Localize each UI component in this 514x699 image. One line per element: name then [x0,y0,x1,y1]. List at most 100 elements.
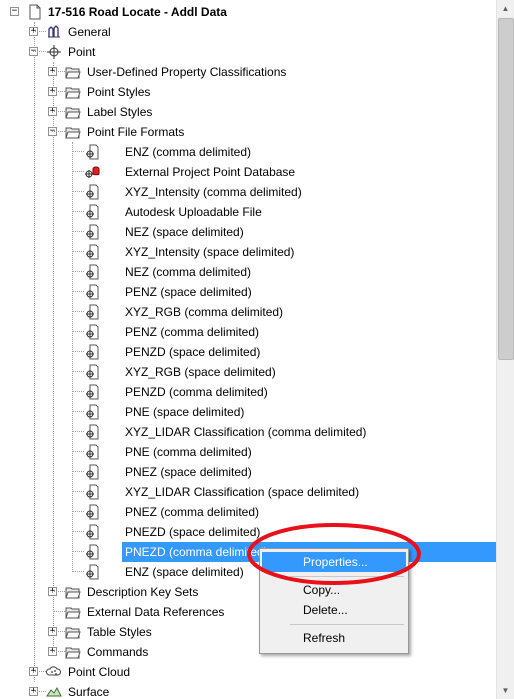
point-file-format-icon [84,184,100,200]
tree-item[interactable]: XYZ_LIDAR Classification (space delimite… [0,482,496,502]
tree-item[interactable]: PNEZ (space delimited) [0,462,496,482]
tree-item[interactable]: ENZ (comma delimited) [0,142,496,162]
general-settings-icon [46,24,62,40]
point-file-format-icon [84,524,100,540]
tree-guide-line [72,231,84,232]
tree-item[interactable]: External Project Point Database [0,162,496,182]
tree-item[interactable]: PENZ (comma delimited) [0,322,496,342]
tree-item[interactable]: PNE (comma delimited) [0,442,496,462]
tree-item[interactable]: XYZ_Intensity (space delimited) [0,242,496,262]
point-file-format-icon [84,464,100,480]
tree-item[interactable]: PENZ (space delimited) [0,282,496,302]
tree-guide-line [72,431,84,432]
tree-item-label: PENZ (space delimited) [125,285,252,299]
tree-guide-line [52,651,65,652]
tree-item[interactable]: External Data References [0,602,496,622]
folder-icon [65,584,81,600]
tree-item[interactable]: + Point Styles [0,82,496,102]
tree-guide-line [72,511,84,512]
tree-item[interactable]: NEZ (space delimited) [0,222,496,242]
point-file-format-icon [84,144,100,160]
tree-item-label: PNE (space delimited) [125,405,245,419]
tree-item-label: NEZ (space delimited) [125,225,244,239]
tree-guide-line [52,131,65,132]
toolspace-settings-tree: − 17-516 Road Locate - Addl Data + Genera… [0,0,496,699]
tree-item[interactable]: XYZ_RGB (space delimited) [0,362,496,382]
tree-item[interactable]: PNEZD (comma delimited) [0,542,496,562]
tree-guide-line [52,591,65,592]
tree-guide-line [72,491,84,492]
folder-icon [65,64,81,80]
tree-item[interactable]: + Point Cloud [0,662,496,682]
tree-item[interactable]: − Point File Formats [0,122,496,142]
scroll-down-arrow-icon[interactable]: ▼ [497,682,514,699]
tree-item-label: External Project Point Database [125,165,296,179]
collapse-toggle[interactable]: − [10,7,19,16]
menu-item-properties[interactable]: Properties... [262,552,406,572]
tree-item[interactable]: XYZ_Intensity (comma delimited) [0,182,496,202]
tree-item[interactable]: Autodesk Uploadable File [0,202,496,222]
tree-item[interactable]: XYZ_RGB (comma delimited) [0,302,496,322]
tree-item[interactable]: ENZ (space delimited) [0,562,496,582]
menu-separator [290,576,404,577]
context-menu: Properties... Copy... Delete... Refresh [259,548,409,654]
tree-item[interactable]: + Description Key Sets [0,582,496,602]
tree-guide-line [72,291,84,292]
tree-root-drawing[interactable]: − 17-516 Road Locate - Addl Data [0,2,496,22]
scrollbar-thumb[interactable] [498,18,514,360]
folder-icon [65,644,81,660]
tree-item-label: External Data References [87,605,225,619]
tree-item[interactable]: PNE (space delimited) [0,402,496,422]
point-file-format-icon [84,344,100,360]
tree-item[interactable]: PENZD (space delimited) [0,342,496,362]
tree-item[interactable]: + Commands [0,642,496,662]
tree-item[interactable]: + Table Styles [0,622,496,642]
tree-item-label: ENZ (space delimited) [125,565,244,579]
tree-item[interactable]: XYZ_LIDAR Classification (comma delimite… [0,422,496,442]
surface-icon [46,684,62,699]
tree-item-label: PNE (comma delimited) [125,445,252,459]
menu-item-delete[interactable]: Delete... [262,600,406,620]
point-file-format-icon [84,224,100,240]
point-file-format-icon [84,264,100,280]
external-database-icon [84,164,100,180]
tree-item-label: Description Key Sets [87,585,199,599]
tree-item-label: Autodesk Uploadable File [125,205,262,219]
tree-item-label: Point [68,45,96,59]
tree-guide-line [52,631,65,632]
tree-guide-line [72,151,84,152]
tree-item[interactable]: + General [0,22,496,42]
tree-item[interactable]: + Label Styles [0,102,496,122]
tree-guide-line [72,531,84,532]
tree-item-label: ENZ (comma delimited) [125,145,252,159]
point-cloud-icon [46,664,62,680]
tree-item[interactable]: NEZ (comma delimited) [0,262,496,282]
menu-item-copy[interactable]: Copy... [262,580,406,600]
tree-guide-line [52,91,65,92]
tree-item[interactable]: + User-Defined Property Classifications [0,62,496,82]
menu-item-refresh[interactable]: Refresh [262,628,406,648]
tree-item[interactable]: PNEZ (comma delimited) [0,502,496,522]
point-file-format-icon [84,564,100,580]
tree-guide-line [72,251,84,252]
tree-guide-line [72,451,84,452]
tree-guide-line [72,551,84,552]
tree-item-label: XYZ_RGB (space delimited) [125,365,276,379]
tree-item-label: Surface [68,685,110,699]
tree-item[interactable]: + Surface [0,682,496,699]
scroll-up-arrow-icon[interactable]: ▲ [497,0,514,17]
tree-guide-line [72,371,84,372]
tree-guide-line [33,51,46,52]
tree-item[interactable]: PENZD (comma delimited) [0,382,496,402]
tree-item-label: Point File Formats [87,125,185,139]
tree-item-label: PNEZ (comma delimited) [125,505,260,519]
point-file-format-icon [84,324,100,340]
tree-item-label: XYZ_Intensity (comma delimited) [125,185,302,199]
point-file-format-icon [84,244,100,260]
tree-item[interactable]: PNEZD (space delimited) [0,522,496,542]
tree-item[interactable]: − Point [0,42,496,62]
tree-item-label: XYZ_LIDAR Classification (comma delimite… [125,425,367,439]
folder-icon [65,624,81,640]
vertical-scrollbar[interactable]: ▲ ▼ [496,0,514,699]
tree-item-label: Point Styles [87,85,151,99]
